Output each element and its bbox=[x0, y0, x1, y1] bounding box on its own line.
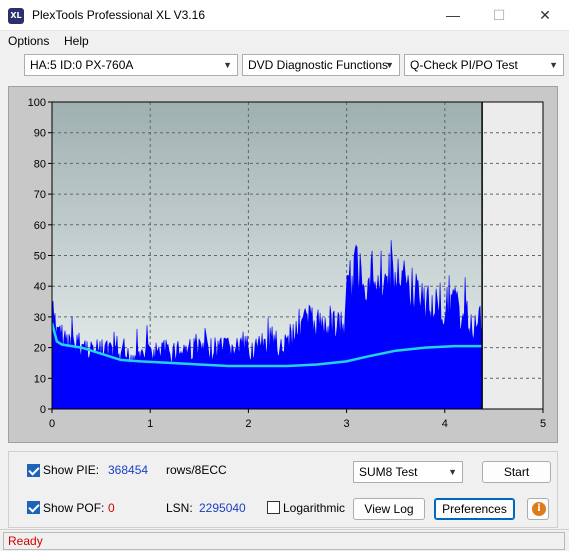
show-pie-checkbox[interactable] bbox=[27, 464, 40, 477]
test-select-value: Q-Check PI/PO Test bbox=[410, 58, 518, 72]
x-tick-label: 2 bbox=[245, 418, 251, 430]
y-tick-label: 90 bbox=[34, 128, 46, 140]
title-bar: XL PlexTools Professional XL V3.16 — ☐ ✕ bbox=[0, 0, 569, 31]
start-button[interactable]: Start bbox=[482, 461, 551, 483]
show-pof-label: Show POF: bbox=[43, 501, 105, 515]
info-button[interactable]: i bbox=[527, 498, 549, 520]
y-tick-label: 50 bbox=[34, 251, 46, 263]
menu-options[interactable]: Options bbox=[8, 34, 49, 48]
preferences-button[interactable]: Preferences bbox=[434, 498, 515, 520]
y-tick-label: 40 bbox=[34, 281, 46, 293]
x-tick-label: 5 bbox=[540, 418, 546, 430]
x-tick-label: 3 bbox=[344, 418, 350, 430]
y-tick-label: 10 bbox=[34, 373, 46, 385]
chevron-down-icon: ▼ bbox=[223, 60, 232, 70]
lsn-value: 2295040 bbox=[199, 501, 246, 515]
close-icon[interactable]: ✕ bbox=[522, 0, 568, 31]
y-tick-label: 70 bbox=[34, 189, 46, 201]
drive-select-value: HA:5 ID:0 PX-760A bbox=[30, 58, 134, 72]
toolbar: HA:5 ID:0 PX-760A ▼ DVD Diagnostic Funct… bbox=[0, 52, 569, 78]
logarithmic-label: Logarithmic bbox=[283, 501, 346, 515]
y-tick-label: 0 bbox=[40, 404, 46, 416]
y-tick-label: 30 bbox=[34, 312, 46, 324]
logarithmic-checkbox[interactable] bbox=[267, 501, 280, 514]
pie-unit: rows/8ECC bbox=[166, 463, 227, 477]
x-tick-label: 0 bbox=[49, 418, 55, 430]
controls-panel: Show PIE: 368454 rows/8ECC SUM8 Test ▼ S… bbox=[8, 451, 558, 528]
y-tick-label: 60 bbox=[34, 220, 46, 232]
view-log-button[interactable]: View Log bbox=[353, 498, 425, 520]
pof-value: 0 bbox=[108, 501, 115, 515]
maximize-icon[interactable]: ☐ bbox=[476, 0, 522, 31]
sum8-test-select-value: SUM8 Test bbox=[359, 465, 418, 479]
app-logo-icon: XL bbox=[8, 8, 24, 24]
info-icon: i bbox=[532, 502, 546, 516]
status-text: Ready bbox=[3, 532, 565, 550]
lsn-label: LSN: bbox=[166, 501, 193, 515]
minimize-icon[interactable]: — bbox=[430, 0, 476, 31]
pie-value: 368454 bbox=[108, 463, 149, 477]
menu-help[interactable]: Help bbox=[64, 34, 89, 48]
show-pie-label: Show PIE: bbox=[43, 463, 100, 477]
y-tick-label: 100 bbox=[28, 97, 46, 109]
y-tick-label: 20 bbox=[34, 343, 46, 355]
function-select-value: DVD Diagnostic Functions bbox=[248, 58, 389, 72]
chevron-down-icon: ▼ bbox=[385, 60, 394, 70]
x-tick-label: 4 bbox=[442, 418, 448, 430]
menu-bar: Options Help bbox=[0, 31, 569, 51]
chevron-down-icon: ▼ bbox=[448, 467, 457, 477]
show-pof-checkbox[interactable] bbox=[27, 501, 40, 514]
status-bar: Ready bbox=[0, 529, 569, 551]
test-select[interactable]: Q-Check PI/PO Test ▼ bbox=[404, 54, 564, 76]
sum8-test-select[interactable]: SUM8 Test ▼ bbox=[353, 461, 463, 483]
pi-po-chart: 0 10 20 30 40 50 60 70 80 90 100 0 1 2 3 4 5 bbox=[28, 97, 546, 430]
function-select[interactable]: DVD Diagnostic Functions ▼ bbox=[242, 54, 400, 76]
x-tick-label: 1 bbox=[147, 418, 153, 430]
chart-panel: 0 10 20 30 40 50 60 70 80 90 100 0 1 2 3 4 5 bbox=[8, 86, 558, 443]
y-tick-label: 80 bbox=[34, 158, 46, 170]
drive-select[interactable]: HA:5 ID:0 PX-760A ▼ bbox=[24, 54, 238, 76]
chevron-down-icon: ▼ bbox=[549, 60, 558, 70]
window-title: PlexTools Professional XL V3.16 bbox=[32, 8, 205, 22]
